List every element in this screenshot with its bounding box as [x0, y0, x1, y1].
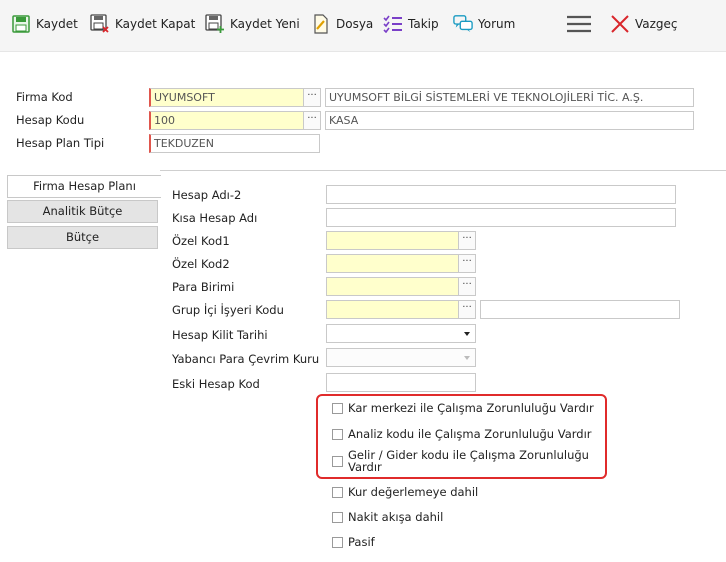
menu-button[interactable]: [566, 11, 592, 37]
cancel-label: Vazgeç: [635, 17, 678, 31]
save-label: Kaydet: [36, 17, 78, 31]
checklist-icon: [383, 13, 403, 35]
analysis-code-checkbox-row[interactable]: Analiz kodu ile Çalışma Zorunluluğu Vard…: [332, 427, 592, 441]
account-code-label: Hesap Kodu: [16, 113, 85, 127]
income-expense-label: Gelir / Gider kodu ile Çalışma Zorunlulu…: [348, 449, 589, 473]
firm-code-input[interactable]: UYUMSOFT: [149, 88, 304, 107]
special-code1-label: Özel Kod1: [172, 234, 230, 248]
save-icon: [11, 13, 31, 35]
save-new-button[interactable]: Kaydet Yeni: [205, 11, 300, 37]
profit-center-checkbox-row[interactable]: Kar merkezi ile Çalışma Zorunluluğu Vard…: [332, 401, 594, 415]
account-code-input[interactable]: 100: [149, 111, 304, 130]
income-expense-checkbox-row[interactable]: Gelir / Gider kodu ile Çalışma Zorunlulu…: [332, 449, 589, 473]
income-expense-checkbox[interactable]: [332, 456, 343, 467]
profit-center-label: Kar merkezi ile Çalışma Zorunluluğu Vard…: [348, 401, 594, 415]
lock-date-label: Hesap Kilit Tarihi: [172, 328, 268, 342]
passive-label: Pasif: [348, 535, 375, 549]
fx-rate-label: Yabancı Para Çevrim Kuru: [172, 352, 320, 366]
comment-label: Yorum: [478, 17, 516, 31]
cash-flow-checkbox-row[interactable]: Nakit akışa dahil: [332, 510, 443, 524]
fx-rate-dropdown-arrow-icon[interactable]: [464, 356, 470, 360]
save-close-icon: [90, 13, 110, 35]
passive-checkbox-row[interactable]: Pasif: [332, 535, 375, 549]
analysis-code-label: Analiz kodu ile Çalışma Zorunluluğu Vard…: [348, 427, 592, 441]
special-code1-input[interactable]: [326, 231, 459, 250]
hamburger-menu-icon: [566, 15, 592, 33]
firm-code-label: Firma Kod: [16, 90, 73, 104]
firm-code-lookup-button[interactable]: ···: [304, 88, 321, 107]
fx-revaluation-checkbox[interactable]: [332, 487, 343, 498]
follow-label: Takip: [408, 17, 439, 31]
account-code-lookup-button[interactable]: ···: [304, 111, 321, 130]
fx-revaluation-label: Kur değerlemeye dahil: [348, 485, 479, 499]
save-close-button[interactable]: Kaydet Kapat: [90, 11, 195, 37]
save-button[interactable]: Kaydet: [11, 11, 78, 37]
group-workplace-label: Grup İçi İşyeri Kodu: [172, 303, 284, 317]
currency-lookup-button[interactable]: ···: [459, 277, 476, 296]
profit-center-checkbox[interactable]: [332, 403, 343, 414]
lock-date-select[interactable]: [326, 324, 476, 343]
tab-analytic-budget[interactable]: Analitik Bütçe: [7, 200, 158, 223]
follow-button[interactable]: Takip: [383, 11, 439, 37]
tab-divider: [160, 170, 726, 171]
group-workplace-name-input[interactable]: [480, 300, 680, 319]
account-name2-label: Hesap Adı-2: [172, 188, 242, 202]
currency-input[interactable]: [326, 277, 459, 296]
plan-type-label: Hesap Plan Tipi: [16, 136, 105, 150]
file-attach-icon: [311, 13, 331, 35]
comment-button[interactable]: Yorum: [453, 11, 515, 37]
firm-name-display: UYUMSOFT BİLGİ SİSTEMLERİ VE TEKNOLOJİLE…: [325, 88, 694, 107]
short-name-input[interactable]: [326, 208, 676, 227]
cash-flow-label: Nakit akışa dahil: [348, 510, 444, 524]
income-expense-label-line1: Gelir / Gider kodu ile Çalışma Zorunlulu…: [348, 448, 589, 462]
save-new-icon: [205, 13, 225, 35]
save-new-label: Kaydet Yeni: [230, 17, 300, 31]
special-code2-lookup-button[interactable]: ···: [459, 254, 476, 273]
special-code2-label: Özel Kod2: [172, 257, 230, 271]
old-account-code-label: Eski Hesap Kod: [172, 377, 260, 391]
currency-label: Para Birimi: [172, 280, 235, 294]
tab-budget[interactable]: Bütçe: [7, 226, 158, 249]
cash-flow-checkbox[interactable]: [332, 512, 343, 523]
group-workplace-lookup-button[interactable]: ···: [459, 300, 476, 319]
fx-revaluation-checkbox-row[interactable]: Kur değerlemeye dahil: [332, 485, 478, 499]
fx-rate-select[interactable]: [326, 348, 476, 367]
comment-icon: [453, 13, 473, 35]
account-name-input[interactable]: KASA: [325, 111, 694, 130]
save-close-label: Kaydet Kapat: [115, 17, 196, 31]
cancel-button[interactable]: Vazgeç: [610, 11, 678, 37]
old-account-code-input[interactable]: [326, 373, 476, 392]
account-name2-input[interactable]: [326, 185, 676, 204]
passive-checkbox[interactable]: [332, 537, 343, 548]
analysis-code-checkbox[interactable]: [332, 429, 343, 440]
plan-type-input[interactable]: TEKDUZEN: [149, 134, 320, 153]
file-button[interactable]: Dosya: [311, 11, 373, 37]
close-icon: [610, 13, 630, 35]
short-name-label: Kısa Hesap Adı: [172, 211, 258, 225]
tab-firm-account-plan[interactable]: Firma Hesap Planı: [7, 175, 161, 198]
special-code2-input[interactable]: [326, 254, 459, 273]
group-workplace-code-input[interactable]: [326, 300, 459, 319]
toolbar: Kaydet Kaydet Kapat Kaydet Yeni Dosya Ta…: [0, 0, 726, 52]
special-code1-lookup-button[interactable]: ···: [459, 231, 476, 250]
income-expense-label-line2: Vardır: [348, 460, 382, 474]
lock-date-dropdown-arrow-icon[interactable]: [464, 332, 470, 336]
file-label: Dosya: [336, 17, 374, 31]
